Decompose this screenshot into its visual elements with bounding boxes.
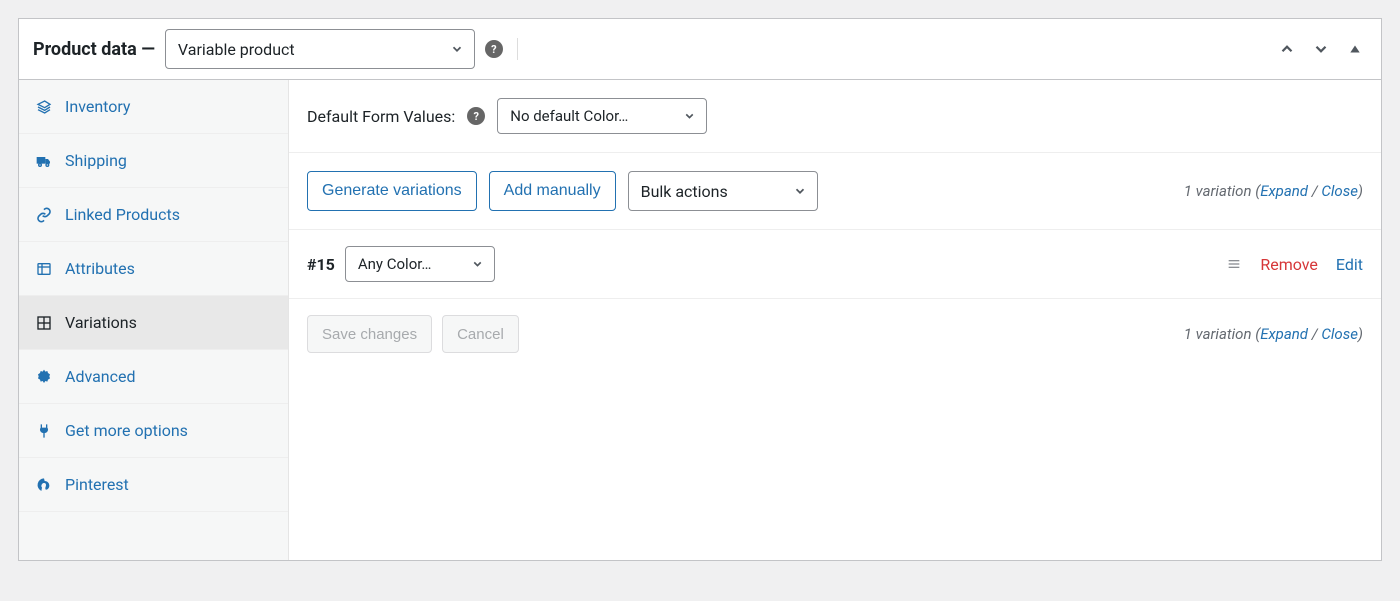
help-icon[interactable]: ? (485, 40, 503, 58)
gear-icon (35, 368, 53, 386)
variation-row[interactable]: #15 Any Color… Remove Edit (289, 230, 1381, 299)
close-link[interactable]: Close (1321, 325, 1358, 343)
sidebar-item-label: Variations (65, 313, 137, 332)
variations-footer: Save changes Cancel 1 variation (Expand … (289, 299, 1381, 369)
edit-variation-link[interactable]: Edit (1336, 255, 1363, 274)
link-icon (35, 206, 53, 224)
add-manually-button[interactable]: Add manually (489, 171, 616, 211)
variations-toolbar: Generate variations Add manually Bulk ac… (289, 153, 1381, 230)
variation-actions: Remove Edit (1226, 255, 1363, 274)
sidebar-item-label: Advanced (65, 367, 136, 386)
sidebar-item-attributes[interactable]: Attributes (19, 242, 288, 296)
plug-icon (35, 422, 53, 440)
generate-variations-button[interactable]: Generate variations (307, 171, 477, 211)
separator (517, 38, 518, 60)
attributes-icon (35, 260, 53, 278)
shipping-icon (35, 152, 53, 170)
default-form-value: No default Color… (510, 107, 628, 125)
panel-collapse-button[interactable] (1343, 37, 1367, 61)
sidebar-item-label: Shipping (65, 151, 127, 170)
sidebar-item-label: Get more options (65, 421, 188, 440)
help-icon[interactable]: ? (467, 107, 485, 125)
default-form-label: Default Form Values: (307, 107, 455, 126)
sidebar-item-label: Attributes (65, 259, 135, 278)
product-type-select[interactable]: Variable product (165, 29, 475, 69)
chevron-down-icon (683, 110, 696, 123)
save-changes-button[interactable]: Save changes (307, 315, 432, 353)
panel-title: Product data — (33, 39, 155, 60)
default-form-select[interactable]: No default Color… (497, 98, 707, 134)
variation-attribute-select[interactable]: Any Color… (345, 246, 495, 282)
variation-count-text: 1 variation (1184, 182, 1252, 200)
variation-id: #15 (307, 255, 335, 274)
expand-link[interactable]: Expand (1260, 182, 1308, 200)
variation-count-text: 1 variation (1184, 325, 1252, 343)
pinterest-icon (35, 476, 53, 494)
cancel-button[interactable]: Cancel (442, 315, 519, 353)
chevron-down-icon (450, 42, 464, 56)
sidebar: Inventory Shipping Linked Products Attri… (19, 80, 289, 560)
panel-next-button[interactable] (1309, 37, 1333, 61)
sidebar-item-label: Inventory (65, 97, 131, 116)
bulk-actions-value: Bulk actions (641, 182, 728, 201)
drag-handle-icon[interactable] (1226, 256, 1242, 272)
product-type-value: Variable product (178, 40, 295, 59)
chevron-down-icon (793, 184, 807, 198)
inventory-icon (35, 98, 53, 116)
default-form-section: Default Form Values: ? No default Color… (289, 80, 1381, 153)
variation-count-bottom: 1 variation (Expand / Close) (1184, 325, 1363, 343)
remove-variation-link[interactable]: Remove (1260, 255, 1318, 274)
sidebar-item-variations[interactable]: Variations (19, 296, 288, 350)
sidebar-item-label: Linked Products (65, 205, 180, 224)
expand-link[interactable]: Expand (1260, 325, 1308, 343)
panel-header: Product data — Variable product ? (19, 19, 1381, 80)
sidebar-item-advanced[interactable]: Advanced (19, 350, 288, 404)
variation-attribute-value: Any Color… (358, 255, 432, 273)
sidebar-item-inventory[interactable]: Inventory (19, 80, 288, 134)
close-link[interactable]: Close (1321, 182, 1358, 200)
sidebar-item-get-more-options[interactable]: Get more options (19, 404, 288, 458)
sidebar-item-label: Pinterest (65, 475, 129, 494)
chevron-down-icon (471, 258, 484, 271)
variation-count-top: 1 variation (Expand / Close) (1184, 182, 1363, 200)
sidebar-item-pinterest[interactable]: Pinterest (19, 458, 288, 512)
product-data-panel: Product data — Variable product ? Inven (18, 18, 1382, 561)
bulk-actions-select[interactable]: Bulk actions (628, 171, 818, 211)
main-content: Default Form Values: ? No default Color…… (289, 80, 1381, 560)
sidebar-item-linked-products[interactable]: Linked Products (19, 188, 288, 242)
panel-body: Inventory Shipping Linked Products Attri… (19, 80, 1381, 560)
sidebar-item-shipping[interactable]: Shipping (19, 134, 288, 188)
panel-prev-button[interactable] (1275, 37, 1299, 61)
variations-icon (35, 314, 53, 332)
